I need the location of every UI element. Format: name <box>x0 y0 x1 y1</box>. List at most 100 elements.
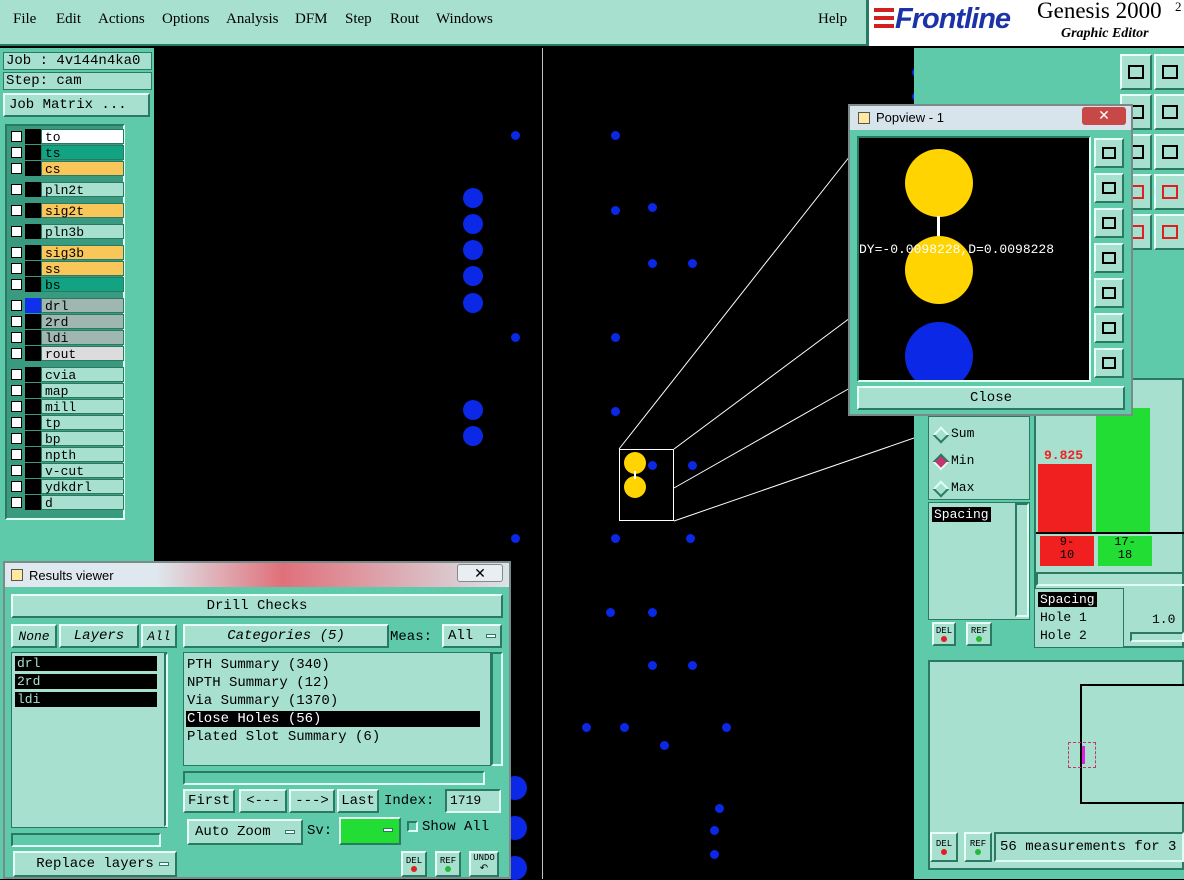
layer-row-ss[interactable]: ss <box>8 261 124 277</box>
layer-list-scrollbar[interactable] <box>164 653 168 827</box>
layer-color-swatch[interactable] <box>25 161 41 176</box>
layer-color-swatch[interactable] <box>25 463 41 478</box>
layer-row-pln3b[interactable]: pln3b <box>8 224 124 240</box>
menu-edit[interactable]: Edit <box>56 11 81 28</box>
layer-name-label[interactable]: 2rd <box>41 314 124 330</box>
pan-right-icon[interactable] <box>1094 278 1124 308</box>
menu-analysis[interactable]: Analysis <box>226 11 279 28</box>
layer-color-swatch[interactable] <box>25 330 41 345</box>
radio-min-icon[interactable] <box>932 453 950 471</box>
radio-max-icon[interactable] <box>932 480 950 498</box>
ref-button[interactable]: REF <box>435 851 461 877</box>
layer-row-cs[interactable]: cs <box>8 161 124 177</box>
layer-checkbox[interactable] <box>11 131 22 142</box>
index-input[interactable]: 1719 <box>445 789 501 813</box>
results-titlebar[interactable]: Results viewer ✕ <box>5 563 509 587</box>
drill-checks-header[interactable]: Drill Checks <box>11 594 503 618</box>
layer-item-drl[interactable]: drl <box>15 656 157 671</box>
menu-windows[interactable]: Windows <box>436 11 493 28</box>
layer-color-swatch[interactable] <box>25 415 41 430</box>
layer-row-bp[interactable]: bp <box>8 431 124 447</box>
layer-name-label[interactable]: ldi <box>41 330 124 346</box>
zoom-home-icon[interactable] <box>1094 138 1124 168</box>
layer-color-swatch[interactable] <box>25 447 41 462</box>
layer-checkbox[interactable] <box>11 316 22 327</box>
detail-hole1[interactable]: Hole 1 <box>1040 610 1087 625</box>
layer-color-swatch[interactable] <box>25 245 41 260</box>
layers-all-button[interactable]: All <box>141 624 177 648</box>
layer-name-label[interactable]: ydkdrl <box>41 479 124 495</box>
layer-checkbox[interactable] <box>11 332 22 343</box>
layer-color-swatch[interactable] <box>25 182 41 197</box>
layer-color-swatch[interactable] <box>25 495 41 510</box>
layer-row-map[interactable]: map <box>8 383 124 399</box>
layer-row-sig2t[interactable]: sig2t <box>8 203 124 219</box>
layer-name-label[interactable]: v-cut <box>41 463 124 479</box>
pan-up-icon[interactable] <box>1094 173 1124 203</box>
ref-button-bottom[interactable]: REF <box>964 832 992 862</box>
menu-help[interactable]: Help <box>818 11 847 28</box>
prev-button[interactable]: <--- <box>239 789 287 813</box>
select-icon[interactable] <box>1154 54 1184 90</box>
layer-name-label[interactable]: bp <box>41 431 124 447</box>
menu-dfm[interactable]: DFM <box>295 11 328 28</box>
snap-icon[interactable] <box>1120 54 1152 90</box>
layer-checkbox[interactable] <box>11 465 22 476</box>
category-item[interactable]: Via Summary (1370) <box>187 693 338 709</box>
first-button[interactable]: First <box>183 789 235 813</box>
layer-list-hscroll[interactable] <box>11 833 161 847</box>
slice-icon[interactable] <box>1154 214 1184 250</box>
layer-row-ldi[interactable]: ldi <box>8 330 124 346</box>
layer-color-swatch[interactable] <box>25 367 41 382</box>
layer-row-drl[interactable]: drl <box>8 298 124 314</box>
layer-checkbox[interactable] <box>11 497 22 508</box>
layer-name-label[interactable]: rout <box>41 346 124 362</box>
spacing-list[interactable]: Spacing <box>928 502 1030 620</box>
detail-hole2[interactable]: Hole 2 <box>1040 628 1087 643</box>
layer-name-label[interactable]: ts <box>41 145 124 161</box>
layer-color-swatch[interactable] <box>25 277 41 292</box>
sv-color-select[interactable] <box>339 817 401 845</box>
line-icon[interactable] <box>1154 134 1184 170</box>
layer-checkbox[interactable] <box>11 449 22 460</box>
layer-name-label[interactable]: d <box>41 495 124 511</box>
layer-checkbox[interactable] <box>11 481 22 492</box>
layer-checkbox[interactable] <box>11 300 22 311</box>
layer-row-d[interactable]: d <box>8 495 124 511</box>
menu-step[interactable]: Step <box>345 11 372 28</box>
auto-zoom-select[interactable]: Auto Zoom <box>187 819 303 845</box>
category-item-selected[interactable]: Close Holes (56) <box>186 711 480 727</box>
layer-row-bs[interactable]: bs <box>8 277 124 293</box>
layer-name-label[interactable]: cvia <box>41 367 124 383</box>
layer-checkbox[interactable] <box>11 263 22 274</box>
layer-row-v-cut[interactable]: v-cut <box>8 463 124 479</box>
scale-slider[interactable] <box>1130 632 1184 642</box>
layer-checkbox[interactable] <box>11 247 22 258</box>
category-item[interactable]: Plated Slot Summary (6) <box>187 729 380 745</box>
layer-color-swatch[interactable] <box>25 224 41 239</box>
layer-row-pln2t[interactable]: pln2t <box>8 182 124 198</box>
layer-name-label[interactable]: pln3b <box>41 224 124 240</box>
last-button[interactable]: Last <box>337 789 379 813</box>
categories-header-button[interactable]: Categories (5) <box>183 624 389 648</box>
layer-name-label[interactable]: sig2t <box>41 203 124 219</box>
histogram-bar-1[interactable] <box>1038 464 1092 532</box>
layer-color-swatch[interactable] <box>25 431 41 446</box>
copy-icon[interactable] <box>1154 94 1184 130</box>
categories-hscroll[interactable] <box>183 771 485 785</box>
pan-left-icon[interactable] <box>1094 243 1124 273</box>
layer-row-rout[interactable]: rout <box>8 346 124 362</box>
categories-list[interactable]: PTH Summary (340) NPTH Summary (12) Via … <box>183 652 491 766</box>
layer-name-label[interactable]: sig3b <box>41 245 124 261</box>
layer-row-mill[interactable]: mill <box>8 399 124 415</box>
zoom-in-icon[interactable] <box>1094 313 1124 343</box>
layer-checkbox[interactable] <box>11 433 22 444</box>
layer-checkbox[interactable] <box>11 184 22 195</box>
detail-list[interactable]: Spacing Hole 1 Hole 2 <box>1034 588 1124 648</box>
results-close-icon[interactable]: ✕ <box>457 564 503 582</box>
categories-vscroll[interactable] <box>491 652 503 766</box>
layer-name-label[interactable]: map <box>41 383 124 399</box>
zoom-out-icon[interactable] <box>1094 348 1124 378</box>
layer-row-2rd[interactable]: 2rd <box>8 314 124 330</box>
layer-name-label[interactable]: to <box>41 129 124 145</box>
